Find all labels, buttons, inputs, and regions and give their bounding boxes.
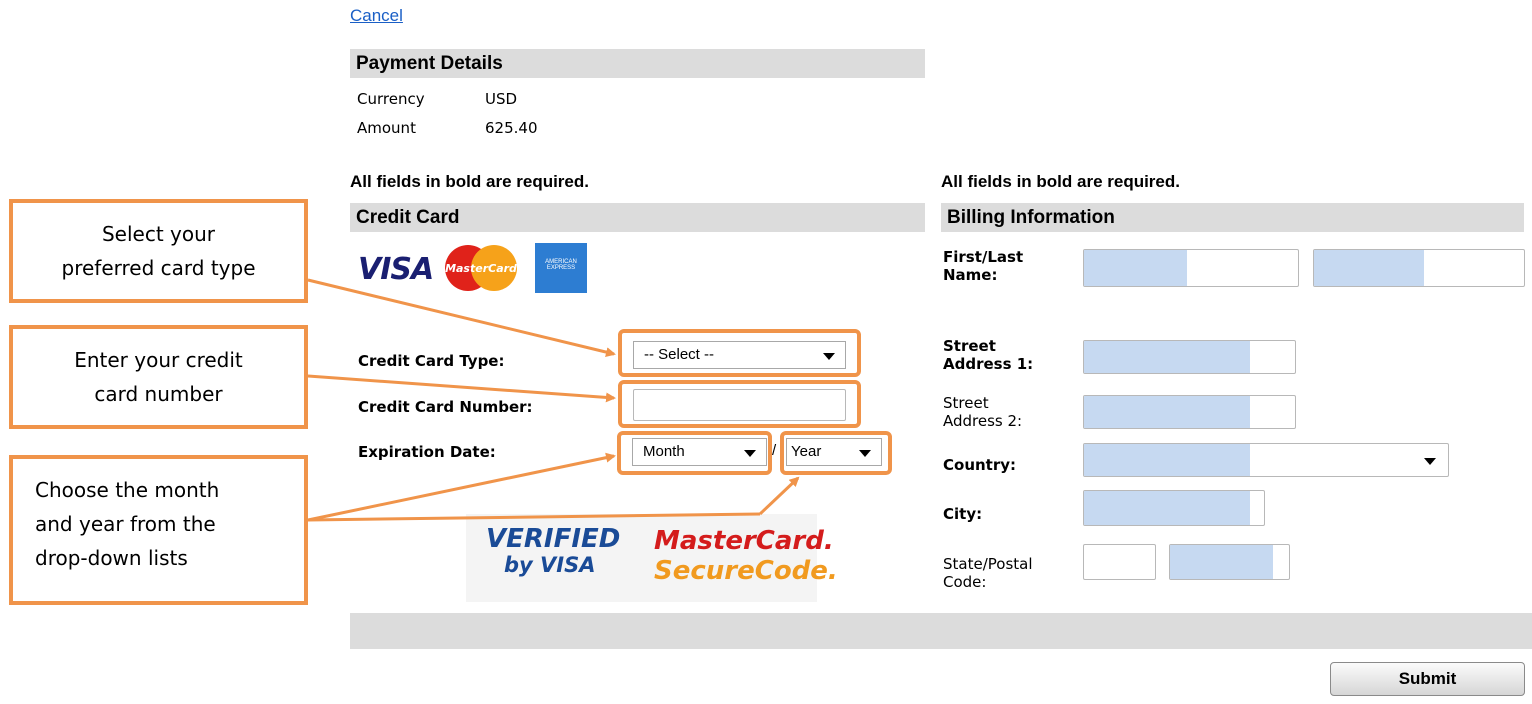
arrow-to-year-line — [307, 512, 761, 522]
arrow-to-year — [758, 476, 800, 516]
arrow-to-card-type — [307, 278, 616, 357]
callout-arrows — [307, 278, 800, 522]
arrow-to-card-number — [307, 374, 616, 403]
arrow-to-month — [307, 452, 616, 522]
